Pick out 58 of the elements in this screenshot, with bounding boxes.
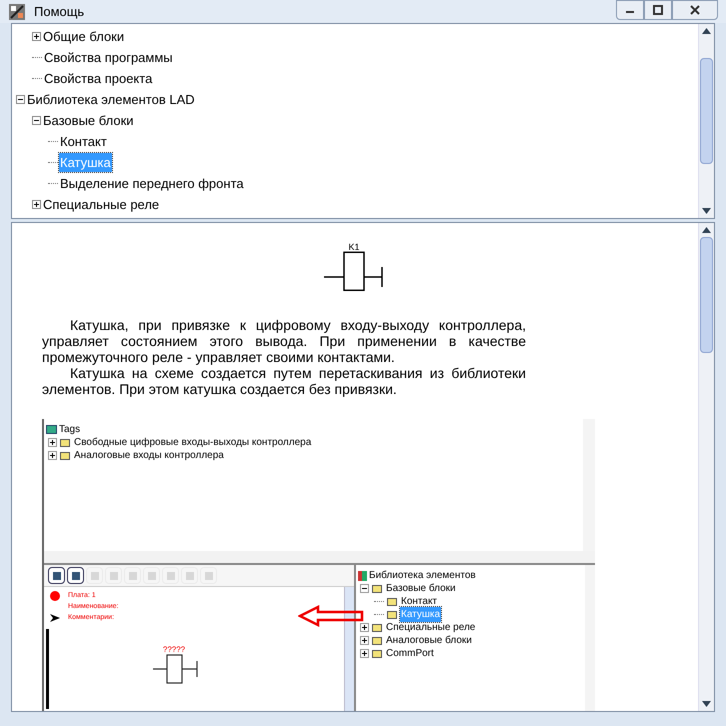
tree-item[interactable]: CommPort <box>385 646 435 661</box>
square-icon <box>52 570 62 580</box>
square-icon <box>184 570 194 580</box>
tree-item[interactable]: Tags <box>59 422 80 437</box>
tree-item[interactable]: Специальные реле <box>385 620 476 635</box>
scroll-down-icon[interactable] <box>702 701 711 707</box>
window-title: Помощь <box>34 2 84 21</box>
paragraph: Катушка на схеме создается путем перетаскивания из библиотеки элементов. При этом катушка создается без привязки. <box>42 365 526 397</box>
toolbar-button[interactable] <box>48 567 65 584</box>
scroll-thumb[interactable] <box>700 237 713 353</box>
tree-item[interactable]: Контакт <box>59 132 108 152</box>
tree-item[interactable]: Библиотека элементов LAD <box>26 90 196 110</box>
tree-item[interactable]: Базовые блоки <box>385 581 457 596</box>
scroll-up-icon[interactable] <box>702 227 711 233</box>
square-icon <box>108 570 118 580</box>
toolbar-button[interactable] <box>67 567 84 584</box>
plus-icon[interactable] <box>32 200 41 209</box>
scroll-down-icon[interactable] <box>702 208 711 214</box>
app-icon <box>8 2 26 20</box>
plus-icon[interactable] <box>360 623 369 632</box>
square-icon <box>90 570 100 580</box>
coil-symbol-drawing: K1 <box>324 241 388 293</box>
pointer-icon <box>50 614 60 622</box>
paragraph: Катушка, при привязке к цифровому входу-выходу контроллера, управляет состоянием этого вывода. При применении в качестве промежуточного реле - управляет своими контактами. <box>42 317 526 365</box>
minimize-button[interactable] <box>616 0 644 20</box>
minus-icon[interactable] <box>360 584 369 593</box>
square-icon <box>70 570 80 580</box>
tree-item[interactable]: Базовые блоки <box>42 110 135 130</box>
square-icon <box>128 570 138 580</box>
tree-item[interactable]: Свойства проекта <box>43 68 154 88</box>
plus-icon[interactable] <box>48 451 57 460</box>
square-icon <box>166 570 176 580</box>
library-icon <box>358 570 367 580</box>
plus-icon[interactable] <box>32 32 41 41</box>
tree-item[interactable]: Контакт <box>400 594 438 609</box>
tree-item[interactable]: Общие блоки <box>42 26 126 46</box>
tree-item[interactable]: Свойства программы <box>43 48 174 68</box>
tree-item[interactable]: Выделение переднего фронта <box>59 174 245 194</box>
square-icon <box>146 570 156 580</box>
minus-icon[interactable] <box>32 116 41 125</box>
coil-symbol-drawing: ????? <box>153 645 199 685</box>
tags-icon <box>46 425 57 434</box>
plus-icon[interactable] <box>360 649 369 658</box>
plus-icon[interactable] <box>360 636 369 645</box>
scroll-thumb[interactable] <box>700 58 713 164</box>
close-icon <box>690 5 700 15</box>
tree-item[interactable]: Аналоговые блоки <box>385 633 473 648</box>
tree-item[interactable]: Аналоговые входы контроллера <box>73 448 225 463</box>
tree-item[interactable]: Свободные цифровые входы-выходы контроллера <box>73 435 312 450</box>
scroll-up-icon[interactable] <box>702 28 711 34</box>
plus-icon[interactable] <box>48 438 57 447</box>
tree-item[interactable]: Библиотека элементов <box>369 568 476 583</box>
maximize-icon <box>653 5 663 15</box>
maximize-button[interactable] <box>644 0 672 20</box>
square-icon <box>204 570 214 580</box>
close-button[interactable] <box>672 0 718 20</box>
minus-icon[interactable] <box>16 95 25 104</box>
tree-item[interactable]: Специальные реле <box>42 194 160 214</box>
